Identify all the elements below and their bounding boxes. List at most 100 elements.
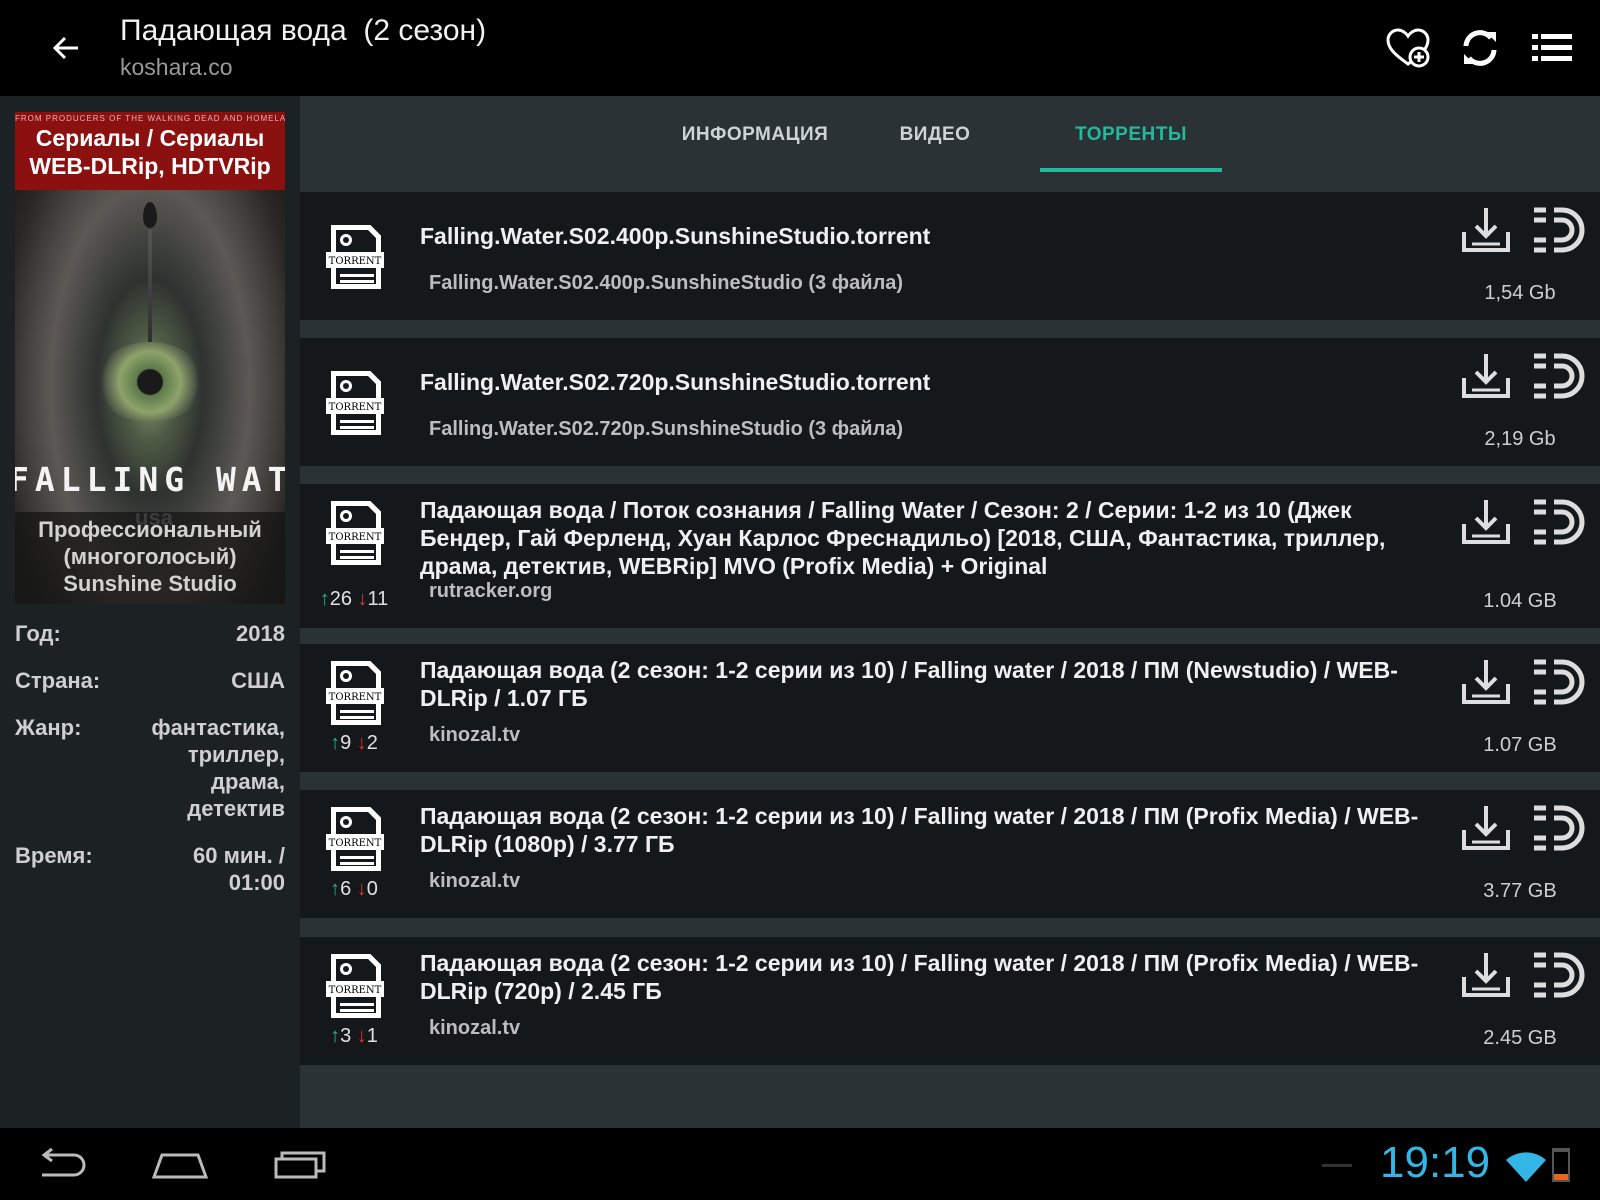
svg-text:TORRENT: TORRENT <box>329 692 382 703</box>
favorite-button[interactable] <box>1382 22 1434 74</box>
poster-water-drop <box>143 202 157 228</box>
download-icon[interactable] <box>1460 656 1512 708</box>
info-list: Год: 2018 Страна: США Жанр: фантастика, … <box>15 620 285 916</box>
torrent-file-icon: TORRENT <box>322 368 384 440</box>
info-label: Жанр: <box>15 715 82 740</box>
peer-count: 1 <box>366 1025 378 1047</box>
download-icon[interactable] <box>1460 204 1512 256</box>
svg-text:TORRENT: TORRENT <box>329 838 382 849</box>
torrent-row[interactable]: TORRENT Falling.Water.S02.400p.SunshineSt… <box>300 192 1600 320</box>
wifi-icon <box>1506 1152 1546 1182</box>
peer-arrow-icon: ↓ <box>357 588 368 610</box>
action-bar: Падающая вода (2 сезон) koshara.co <box>0 0 1600 96</box>
torrent-row[interactable]: TORRENT ↑3 ↓1 Падающая вода (2 сезон: 1-2 … <box>300 937 1600 1065</box>
peer-count: 0 <box>366 878 378 900</box>
peer-count: 2 <box>366 732 378 754</box>
status-clock: 19:19 <box>1380 1138 1491 1187</box>
file-size: 3.77 GB <box>1483 880 1557 902</box>
peer-arrow-icon: ↓ <box>356 878 367 900</box>
info-value: фантастика, триллер, драма, детектив <box>151 715 285 821</box>
seed-count: 9 <box>340 732 352 754</box>
seed-arrow-icon: ↑ <box>330 1025 341 1047</box>
download-icon[interactable] <box>1460 496 1512 548</box>
magnet-icon[interactable] <box>1530 949 1586 1001</box>
seeds-peers: ↑3 ↓1 <box>314 1025 394 1048</box>
torrent-title: Падающая вода (2 сезон: 1-2 серии из 10)… <box>420 950 1419 1004</box>
file-size: 1.04 GB <box>1483 590 1557 612</box>
torrent-file-icon: TORRENT <box>322 498 384 570</box>
torrent-source: kinozal.tv <box>429 1017 521 1039</box>
torrent-source: kinozal.tv <box>429 724 521 746</box>
tab-information[interactable]: ИНФОРМАЦИЯ <box>670 124 840 164</box>
download-icon[interactable] <box>1460 949 1512 1001</box>
info-row-duration: Время: 60 мин. / 01:00 <box>15 842 285 896</box>
torrent-file-icon: TORRENT <box>322 222 384 294</box>
torrent-title: Падающая вода (2 сезон: 1-2 серии из 10)… <box>420 657 1398 711</box>
download-icon[interactable] <box>1460 802 1512 854</box>
info-row-genre: Жанр: фантастика, триллер, драма, детект… <box>15 714 285 822</box>
info-row-year: Год: 2018 <box>15 620 285 647</box>
torrent-title: Падающая вода (2 сезон: 1-2 серии из 10)… <box>420 803 1419 857</box>
poster-voiceover-label: Профессиональный (многоголосый) Sunshine… <box>15 512 285 604</box>
poster-eye <box>95 342 205 422</box>
torrent-title: Falling.Water.S02.400p.SunshineStudio.to… <box>420 223 931 249</box>
torrent-row[interactable]: TORRENT ↑9 ↓2 Падающая вода (2 сезон: 1-2 … <box>300 644 1600 772</box>
refresh-button[interactable] <box>1454 22 1506 74</box>
nav-recents-icon <box>274 1151 326 1179</box>
seed-arrow-icon: ↑ <box>330 878 341 900</box>
magnet-icon[interactable] <box>1530 496 1586 548</box>
torrent-source: rutracker.org <box>429 580 553 602</box>
favorite-heart-add-icon <box>1386 28 1430 68</box>
torrent-row[interactable]: TORRENT ↑6 ↓0 Падающая вода (2 сезон: 1-2 … <box>300 790 1600 918</box>
svg-text:TORRENT: TORRENT <box>329 985 382 996</box>
tab-video[interactable]: ВИДЕО <box>880 124 990 164</box>
seed-arrow-icon: ↑ <box>330 732 341 754</box>
active-tab-indicator <box>1040 168 1222 172</box>
seeds-peers: ↑6 ↓0 <box>314 878 394 901</box>
back-arrow-icon <box>52 36 78 60</box>
magnet-icon[interactable] <box>1530 802 1586 854</box>
nav-back-icon <box>41 1147 86 1177</box>
file-size: 2,19 Gb <box>1484 428 1556 450</box>
download-icon[interactable] <box>1460 350 1512 402</box>
peer-arrow-icon: ↓ <box>356 732 367 754</box>
back-button[interactable] <box>38 24 94 72</box>
magnet-icon[interactable] <box>1530 350 1586 402</box>
poster-image[interactable]: FROM PRODUCERS OF THE WALKING DEAD AND H… <box>15 112 285 604</box>
seed-count: 3 <box>340 1025 352 1047</box>
info-label: Страна: <box>15 668 101 693</box>
magnet-icon[interactable] <box>1530 656 1586 708</box>
content-panel: ИНФОРМАЦИЯ ВИДЕО ТОРРЕНТЫ TORRENT Falling… <box>300 96 1600 1128</box>
torrent-file-icon: TORRENT <box>322 951 384 1023</box>
nav-recents-button[interactable] <box>260 1140 340 1188</box>
torrent-source: kinozal.tv <box>429 870 521 892</box>
peer-arrow-icon: ↓ <box>356 1025 367 1047</box>
poster-category-text: Сериалы / Сериалы WEB-DLRip, HDTVRip <box>29 125 271 179</box>
torrent-title: Падающая вода / Поток сознания / Falling… <box>420 497 1386 579</box>
nav-back-button[interactable] <box>20 1140 100 1188</box>
torrent-row[interactable]: TORRENT Falling.Water.S02.720p.SunshineSt… <box>300 338 1600 466</box>
seed-arrow-icon: ↑ <box>319 588 330 610</box>
poster-tagline: FROM PRODUCERS OF THE WALKING DEAD AND H… <box>15 114 285 123</box>
torrent-file-icon: TORRENT <box>322 804 384 876</box>
seed-count: 26 <box>329 588 352 610</box>
info-label: Время: <box>15 843 93 868</box>
notification-dash <box>1322 1164 1352 1167</box>
seed-count: 6 <box>340 878 352 900</box>
info-row-country: Страна: США <box>15 667 285 694</box>
nav-home-icon <box>151 1153 209 1179</box>
svg-text:TORRENT: TORRENT <box>329 402 382 413</box>
seeds-peers: ↑9 ↓2 <box>314 732 394 755</box>
peer-count: 11 <box>367 588 389 610</box>
nav-home-button[interactable] <box>140 1140 220 1188</box>
tab-bar: ИНФОРМАЦИЯ ВИДЕО ТОРРЕНТЫ <box>300 96 1600 192</box>
tab-torrents[interactable]: ТОРРЕНТЫ <box>1040 124 1222 164</box>
poster-category-banner: FROM PRODUCERS OF THE WALKING DEAD AND H… <box>15 112 285 190</box>
source-site: koshara.co <box>120 54 233 80</box>
menu-list-icon <box>1532 34 1572 61</box>
torrent-row[interactable]: TORRENT ↑26 ↓11 Падающая вода / Поток созн… <box>300 484 1600 628</box>
magnet-icon[interactable] <box>1530 204 1586 256</box>
menu-button[interactable] <box>1526 22 1578 74</box>
info-value: США <box>231 668 285 693</box>
refresh-icon <box>1463 30 1497 66</box>
